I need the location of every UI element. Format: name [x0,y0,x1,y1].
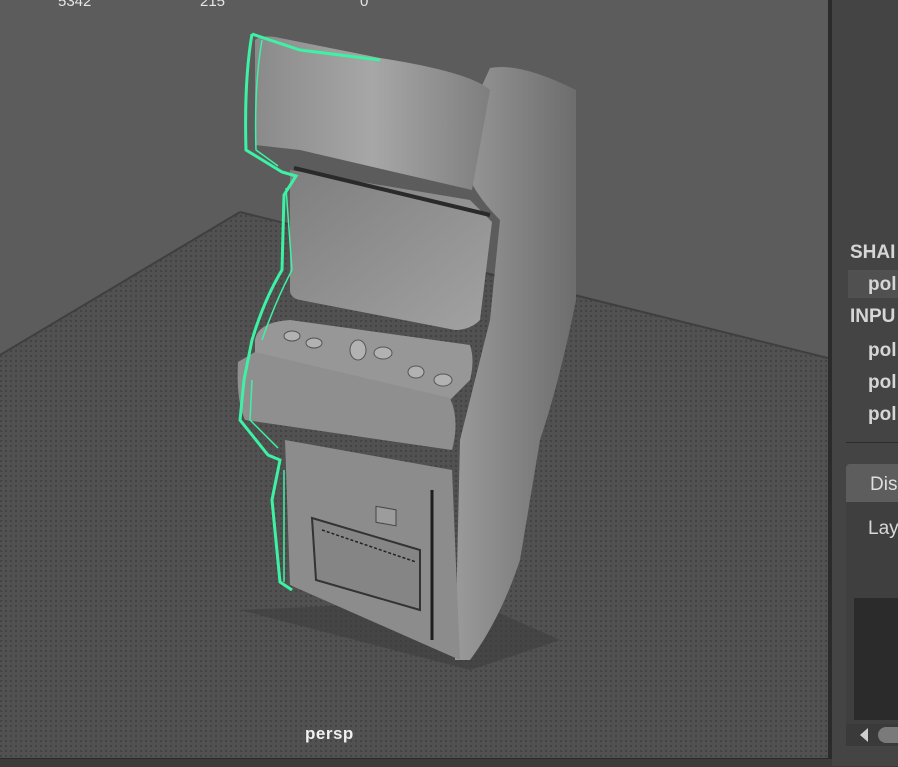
input-item[interactable]: pol [868,372,897,394]
channel-box-panel: SHAI pol INPU pol pol pol Dis Lay [832,0,898,766]
layer-editor-area: Lay [846,502,898,742]
hud-selected-count: 0 [360,0,369,10]
hud-vertex-count: 5342 [58,0,92,10]
inputs-section-header[interactable]: INPU [850,306,895,328]
tab-display-label: Dis [870,474,898,495]
hud-object-count: 215 [200,0,226,10]
section-divider [846,442,898,443]
scrollbar-thumb[interactable] [878,727,898,743]
input-item[interactable]: pol [868,340,897,362]
shapes-section-header[interactable]: SHAI [850,242,895,264]
layer-list[interactable] [854,598,898,720]
tab-display-layers[interactable]: Dis [846,464,898,502]
camera-name-label: persp [305,724,354,743]
shape-item[interactable]: pol [868,274,897,296]
scene-canvas[interactable] [0,0,828,758]
scroll-left-arrow-icon[interactable] [860,728,868,742]
layers-menu[interactable]: Lay [868,518,898,540]
perspective-viewport[interactable]: 5342 215 0 persp [0,0,828,758]
horizontal-scrollbar[interactable] [846,724,898,746]
input-item[interactable]: pol [868,404,897,426]
